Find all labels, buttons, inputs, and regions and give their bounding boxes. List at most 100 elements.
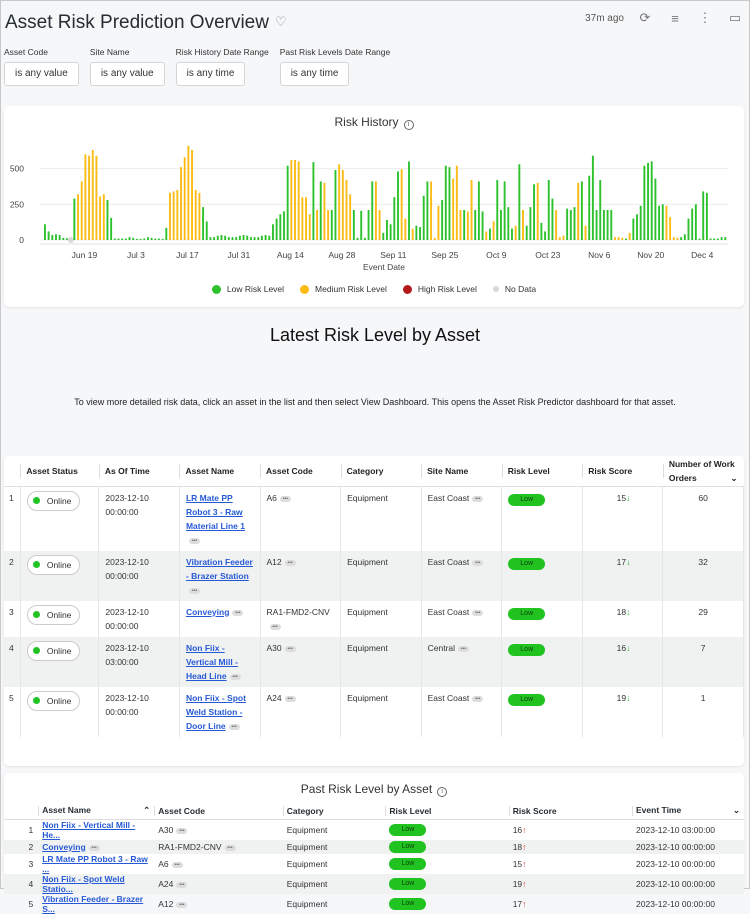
table-row[interactable]: 2 Online 2023-12-10 00:00:00 Vibration Feede…: [4, 550, 744, 601]
table-row[interactable]: 5 Vibration Feeder - Brazer S... A12 ••• Equ…: [4, 894, 744, 914]
bar: [437, 205, 440, 240]
asset-name-link[interactable]: LR Mate PP Robot 3 - Raw ...: [42, 854, 148, 874]
bar: [404, 218, 407, 240]
column-header[interactable]: Risk Score: [508, 803, 633, 820]
more-options-icon[interactable]: •••: [472, 495, 484, 502]
asset-name-link[interactable]: Vibration Feeder - Brazer Station: [186, 557, 253, 581]
risk-score-cell: 19↓: [582, 686, 664, 737]
folder-icon[interactable]: ▭: [720, 10, 750, 26]
latest-note: To view more detailed risk data, click a…: [74, 397, 676, 407]
bar: [62, 237, 65, 240]
column-header[interactable]: Number of Work Orders ⌄: [662, 456, 744, 487]
column-header[interactable]: Category: [282, 803, 386, 820]
asset-name-cell: Non Fiix - Vertical Mill - Head Line •••: [179, 636, 261, 687]
more-options-icon[interactable]: •••: [176, 881, 188, 888]
bar: [220, 235, 223, 240]
legend-item[interactable]: Low Risk Level: [211, 284, 284, 294]
bar: [382, 232, 385, 240]
column-header[interactable]: Risk Score: [582, 456, 663, 487]
column-header[interactable]: Event Time ⌄: [632, 803, 744, 820]
table-row[interactable]: 1 Non Fiix - Vertical Mill - He... A30 ••• E…: [4, 819, 744, 840]
asset-name-cell: Non Fiix - Vertical Mill - He...: [38, 819, 154, 840]
legend-item[interactable]: Medium Risk Level: [300, 284, 387, 294]
filter-past-risk-date-input[interactable]: is any time: [279, 62, 350, 86]
bar: [422, 195, 425, 240]
bar: [121, 238, 124, 240]
column-header[interactable]: As Of Time: [98, 456, 180, 487]
more-options-icon[interactable]: •••: [472, 559, 484, 566]
more-options-icon[interactable]: •••: [171, 861, 183, 868]
filter-risk-history-date-input[interactable]: is any time: [175, 62, 246, 86]
filter-site-name-input[interactable]: is any value: [89, 62, 165, 86]
y-tick-label: 250: [10, 199, 24, 209]
column-header[interactable]: Category: [340, 456, 422, 487]
more-options-icon[interactable]: •••: [176, 901, 188, 908]
more-options-icon[interactable]: •••: [228, 723, 240, 730]
table-row[interactable]: 3 LR Mate PP Robot 3 - Raw ... A6 ••• Equipm…: [4, 854, 744, 874]
table-row[interactable]: 4 Online 2023-12-10 03:00:00 Non Fiix - Vert…: [4, 636, 744, 687]
table-row[interactable]: 5 Online 2023-12-10 00:00:00 Non Fiix - Spot…: [4, 686, 744, 737]
column-header[interactable]: Risk Level: [501, 456, 583, 487]
chevron-down-icon[interactable]: ⌄: [730, 471, 737, 485]
arrow-down-icon: ↓: [626, 692, 631, 703]
work-orders-cell: 29: [662, 600, 744, 637]
more-options-icon[interactable]: •••: [232, 609, 244, 616]
column-header[interactable]: Asset Status: [20, 456, 99, 487]
bar: [496, 180, 499, 240]
more-options-icon[interactable]: •••: [472, 609, 484, 616]
bar: [378, 210, 381, 240]
more-options-icon[interactable]: •••: [224, 844, 236, 851]
more-options-icon[interactable]: •••: [229, 673, 241, 680]
more-options-icon[interactable]: •••: [176, 827, 188, 834]
chevron-up-icon[interactable]: ⌃: [143, 805, 150, 816]
more-options-icon[interactable]: •••: [269, 623, 281, 630]
chevron-down-icon[interactable]: ⌄: [733, 805, 740, 816]
more-options-icon[interactable]: •••: [88, 844, 100, 851]
bar: [110, 217, 113, 240]
info-icon[interactable]: i: [437, 787, 448, 797]
favorite-heart-icon[interactable]: ♡: [275, 14, 287, 29]
column-header[interactable]: Asset Code: [154, 803, 283, 820]
asset-name-link[interactable]: Non Fiix - Vertical Mill - He...: [42, 820, 135, 840]
bar: [253, 237, 256, 240]
more-options-icon[interactable]: •••: [284, 559, 296, 566]
column-header[interactable]: Asset Code: [260, 456, 341, 487]
bar: [551, 198, 554, 240]
column-header[interactable]: Asset Name ⌃: [38, 803, 155, 820]
bar: [132, 237, 135, 240]
more-vertical-icon[interactable]: ⋮: [690, 10, 720, 26]
risk-score: 16: [616, 642, 627, 653]
filter-icon[interactable]: ≡: [660, 11, 690, 26]
column-header[interactable]: Asset Name: [179, 456, 261, 487]
asset-name-link[interactable]: Conveying: [186, 607, 229, 617]
table-row[interactable]: 3 Online 2023-12-10 00:00:00 Conveying ••• RA1…: [4, 600, 744, 637]
more-options-icon[interactable]: •••: [188, 587, 200, 594]
column-header[interactable]: Risk Level: [385, 803, 509, 820]
site-name-cell: Central •••: [421, 636, 503, 687]
site-name-cell: East Coast •••: [421, 486, 503, 551]
more-options-icon[interactable]: •••: [279, 495, 291, 502]
asset-name-link[interactable]: LR Mate PP Robot 3 - Raw Material Line 1: [186, 493, 245, 531]
asset-name-link[interactable]: Conveying: [42, 842, 85, 852]
asset-name-cell: Non Fiix - Spot Weld Station - Door Line…: [179, 686, 261, 737]
table-row[interactable]: 2 Conveying ••• RA1-FMD2-CNV ••• Equipment Low…: [4, 839, 744, 854]
more-options-icon[interactable]: •••: [188, 537, 200, 544]
risk-level-cell: Low: [501, 486, 583, 551]
bar: [330, 210, 333, 240]
refresh-icon[interactable]: ⟳: [630, 10, 660, 26]
more-options-icon[interactable]: •••: [284, 645, 296, 652]
more-options-icon[interactable]: •••: [284, 695, 296, 702]
asset-name-link[interactable]: Non Fiix - Spot Weld Statio...: [42, 874, 124, 894]
column-header[interactable]: Site Name: [421, 456, 502, 487]
table-row[interactable]: 1 Online 2023-12-10 00:00:00 LR Mate PP Robo…: [4, 486, 744, 551]
arrow-up-icon: ↑: [522, 824, 527, 835]
filter-site-name: Site Name is any value: [89, 47, 165, 86]
filter-asset-code-input[interactable]: is any value: [4, 62, 79, 86]
asset-name-link[interactable]: Vibration Feeder - Brazer S...: [42, 894, 143, 914]
more-options-icon[interactable]: •••: [458, 645, 470, 652]
more-options-icon[interactable]: •••: [472, 695, 484, 702]
legend-item[interactable]: No Data: [492, 284, 536, 294]
table-row[interactable]: 4 Non Fiix - Spot Weld Statio... A24 ••• Equ…: [4, 873, 744, 894]
legend-item[interactable]: High Risk Level: [402, 284, 477, 294]
bar: [514, 225, 517, 240]
